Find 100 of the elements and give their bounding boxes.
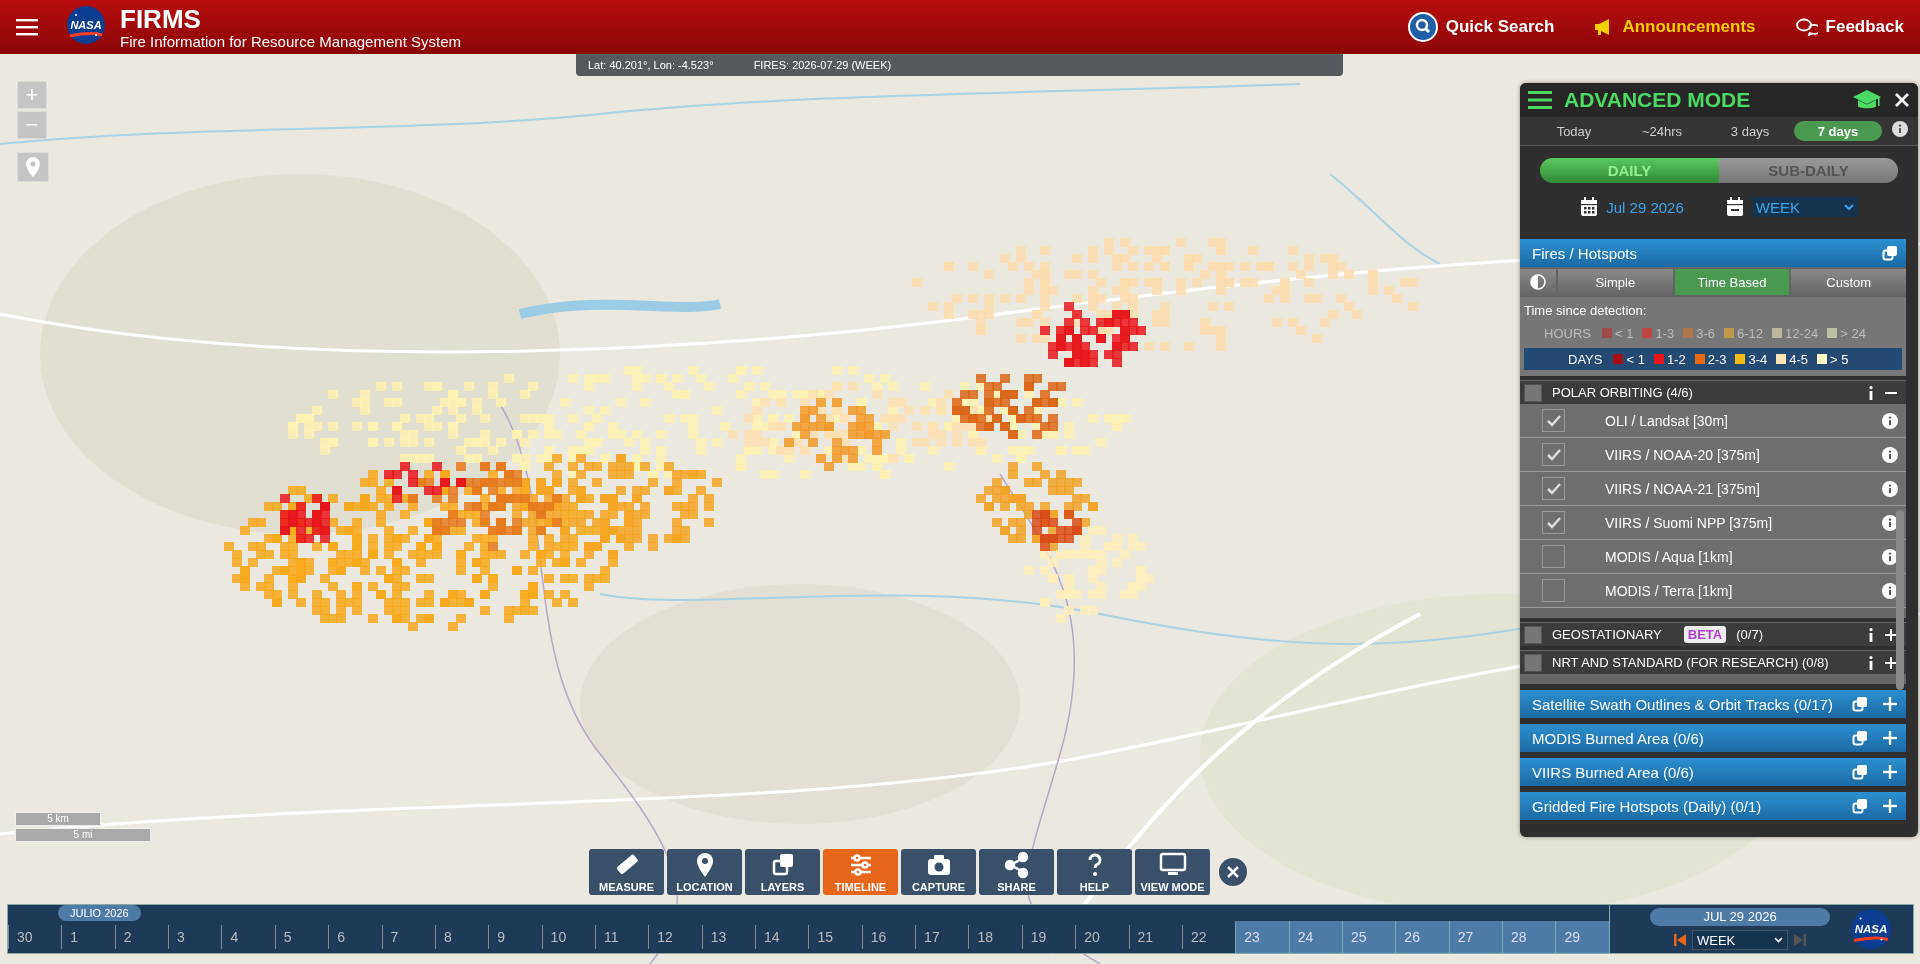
toolbar-button[interactable]: LOCATION	[667, 849, 742, 895]
scrollbar[interactable]	[1896, 510, 1904, 690]
app-title: FIRMS	[120, 5, 202, 32]
copy-icon[interactable]	[1852, 730, 1868, 746]
day-tick[interactable]: 25	[1342, 921, 1396, 953]
day-tick[interactable]: 26	[1395, 921, 1449, 953]
skip-back-icon[interactable]	[1674, 934, 1686, 946]
toolbar-button[interactable]: MEASURE	[589, 849, 664, 895]
expand-button[interactable]	[1882, 730, 1898, 746]
checkbox[interactable]	[1542, 579, 1565, 602]
group-header[interactable]: GEOSTATIONARY BETA (0/7)	[1520, 622, 1906, 646]
group-header[interactable]: NRT AND STANDARD (FOR RESEARCH) (0/8)	[1520, 650, 1906, 674]
toolbar-button[interactable]: LAYERS	[745, 849, 820, 895]
day-tick[interactable]: 2	[114, 925, 169, 949]
copy-icon[interactable]	[1852, 696, 1868, 712]
section-header[interactable]: Satellite Swath Outlines & Orbit Tracks (0/17)	[1520, 690, 1906, 718]
info-icon[interactable]	[1882, 446, 1898, 463]
info-icon[interactable]	[1868, 385, 1874, 400]
menu-icon[interactable]	[1528, 91, 1552, 109]
day-tick[interactable]: 1	[61, 925, 115, 949]
day-tick[interactable]: 12	[648, 925, 702, 949]
style-tab[interactable]: Simple	[1558, 269, 1673, 295]
day-tick[interactable]: 9	[488, 925, 542, 949]
legend-label: > 5	[1830, 351, 1849, 367]
day-tick[interactable]: 30	[8, 925, 62, 949]
day-tick[interactable]: 27	[1448, 921, 1503, 953]
day-tick[interactable]: 4	[221, 925, 275, 949]
toolbar-button[interactable]: TIMELINE	[823, 849, 898, 895]
day-tick[interactable]: 7	[381, 925, 435, 949]
style-tab[interactable]: Custom	[1791, 269, 1906, 295]
checkbox[interactable]	[1542, 409, 1565, 432]
group-header[interactable]: POLAR ORBITING (4/6)	[1520, 380, 1906, 404]
copy-icon[interactable]	[1882, 245, 1898, 261]
graduation-cap-icon[interactable]	[1852, 89, 1882, 111]
info-icon[interactable]	[1882, 412, 1898, 429]
header-link[interactable]: Quick Search	[1407, 12, 1555, 42]
checkbox[interactable]	[1542, 511, 1565, 534]
checkbox[interactable]	[1542, 477, 1565, 500]
style-tab[interactable]: Time Based	[1674, 269, 1790, 295]
layer-row[interactable]: VIIRS / NOAA-21 [375m]	[1520, 472, 1906, 506]
range-tab[interactable]: 7 days	[1794, 121, 1882, 141]
date-picker[interactable]: Jul 29 2026	[1606, 198, 1684, 216]
range-tab[interactable]: ~24hrs	[1618, 121, 1706, 141]
section-header[interactable]: VIIRS Burned Area (0/6)	[1520, 758, 1906, 786]
expand-button[interactable]	[1882, 764, 1898, 780]
header-link[interactable]: Feedback	[1795, 17, 1904, 37]
checkbox[interactable]	[1524, 653, 1542, 672]
day-tick[interactable]: 11	[594, 925, 649, 949]
contrast-button[interactable]	[1520, 269, 1556, 295]
range-tab[interactable]: Today	[1530, 121, 1618, 141]
day-tick[interactable]: 23	[1235, 921, 1289, 953]
expand-button[interactable]	[1882, 798, 1898, 814]
day-tick[interactable]: 18	[968, 925, 1022, 949]
day-tick[interactable]: 10	[541, 925, 595, 949]
info-icon[interactable]	[1882, 480, 1898, 497]
section-header[interactable]: MODIS Burned Area (0/6)	[1520, 724, 1906, 752]
layer-row[interactable]: MODIS / Aqua [1km]	[1520, 540, 1906, 574]
layer-row[interactable]: VIIRS / NOAA-20 [375m]	[1520, 438, 1906, 472]
day-tick[interactable]: 5	[274, 925, 329, 949]
menu-icon[interactable]	[16, 18, 38, 36]
toolbar-button[interactable]: SHARE	[979, 849, 1054, 895]
layer-row[interactable]: VIIRS / Suomi NPP [375m]	[1520, 506, 1906, 540]
info-icon[interactable]	[1868, 627, 1874, 642]
layer-row[interactable]: OLI / Landsat [30m]	[1520, 404, 1906, 438]
day-tick[interactable]: 24	[1288, 921, 1342, 953]
day-tick[interactable]: 17	[915, 925, 969, 949]
header-link[interactable]: Announcements	[1594, 17, 1756, 37]
day-tick[interactable]: 13	[701, 925, 756, 949]
copy-icon[interactable]	[1852, 764, 1868, 780]
toolbar-button[interactable]: VIEW MODE	[1135, 849, 1210, 895]
day-tick[interactable]: 6	[328, 925, 382, 949]
day-tick[interactable]: 8	[434, 925, 489, 949]
day-tick[interactable]: 29	[1555, 921, 1609, 953]
info-icon[interactable]	[1892, 121, 1908, 137]
period-dropdown[interactable]: WEEK	[1751, 197, 1858, 217]
monitor-icon	[1159, 852, 1186, 875]
section-header[interactable]: Fires / Hotspots	[1520, 239, 1906, 267]
copy-icon[interactable]	[1852, 798, 1868, 814]
toolbar-button[interactable]: CAPTURE	[901, 849, 976, 895]
day-tick[interactable]: 15	[808, 925, 862, 949]
day-tick[interactable]: 28	[1502, 921, 1556, 953]
section-header[interactable]: Gridded Fire Hotspots (Daily) (0/1)	[1520, 792, 1906, 820]
day-tick[interactable]: 14	[755, 925, 809, 949]
day-tick[interactable]: 3	[168, 925, 222, 949]
range-tab[interactable]: 3 days	[1706, 121, 1794, 141]
legend-row[interactable]: DAYS < 1 1-2 2-3 3-4 4-5 > 5	[1524, 348, 1902, 370]
checkbox[interactable]	[1524, 625, 1542, 644]
expand-button[interactable]	[1882, 696, 1898, 712]
period-dropdown[interactable]: WEEK	[1692, 930, 1788, 950]
day-tick[interactable]: 19	[1021, 925, 1076, 949]
day-tick[interactable]: 21	[1128, 925, 1182, 949]
info-icon[interactable]	[1868, 655, 1874, 670]
checkbox[interactable]	[1542, 443, 1565, 466]
checkbox[interactable]	[1542, 545, 1565, 568]
day-tick[interactable]: 16	[861, 925, 916, 949]
checkbox[interactable]	[1524, 383, 1542, 402]
toolbar-button[interactable]: HELP	[1057, 849, 1132, 895]
layer-row[interactable]: MODIS / Terra [1km]	[1520, 574, 1906, 608]
close-icon[interactable]	[1894, 92, 1910, 108]
day-tick[interactable]: 20	[1075, 925, 1129, 949]
